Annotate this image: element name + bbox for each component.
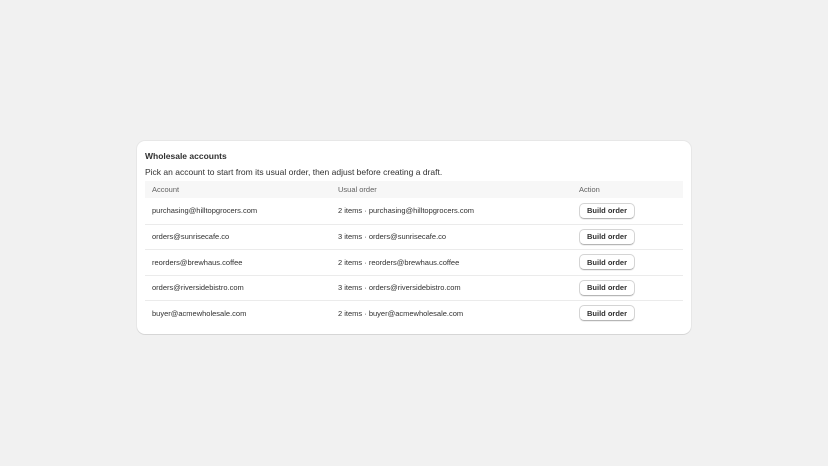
card-description: Pick an account to start from its usual …	[145, 167, 443, 177]
build-order-button[interactable]: Build order	[579, 305, 636, 322]
usual-order-summary: 3 items · orders@riversidebistro.com	[338, 283, 461, 293]
usual-order-summary: 2 items · reorders@brewhaus.coffee	[338, 257, 460, 267]
action-cell: Build order	[579, 202, 683, 219]
column-header-action: Action	[579, 185, 600, 194]
account-email: purchasing@hilltopgrocers.com	[152, 206, 258, 216]
table-row: orders@sunrisecafe.co 3 items · orders@s…	[145, 223, 683, 250]
build-order-button[interactable]: Build order	[579, 279, 636, 296]
action-cell: Build order	[579, 254, 683, 271]
action-cell: Build order	[579, 305, 683, 322]
table-row: reorders@brewhaus.coffee 2 items · reord…	[145, 249, 683, 275]
column-header-account: Account	[152, 185, 180, 194]
account-email: orders@riversidebistro.com	[152, 283, 244, 293]
table-body: purchasing@hilltopgrocers.com 2 items · …	[145, 198, 683, 326]
build-order-button[interactable]: Build order	[579, 228, 636, 245]
usual-order-summary: 2 items · purchasing@hilltopgrocers.com	[338, 206, 474, 216]
usual-order-summary: 2 items · buyer@acmewholesale.com	[338, 308, 464, 318]
table-row: buyer@acmewholesale.com 2 items · buyer@…	[145, 300, 683, 326]
account-email: buyer@acmewholesale.com	[152, 308, 247, 318]
table-row: orders@riversidebistro.com 3 items · ord…	[145, 274, 683, 301]
accounts-table: Account Usual order Action purchasing@hi…	[145, 181, 683, 326]
account-email: orders@sunrisecafe.co	[152, 232, 230, 242]
build-order-button[interactable]: Build order	[579, 202, 636, 219]
build-order-button[interactable]: Build order	[579, 254, 636, 271]
card-title: Wholesale accounts	[145, 151, 227, 161]
table-row: purchasing@hilltopgrocers.com 2 items · …	[145, 198, 683, 224]
column-header-usual-order: Usual order	[338, 185, 377, 194]
table-header: Account Usual order Action	[145, 181, 683, 198]
usual-order-summary: 3 items · orders@sunrisecafe.co	[338, 232, 447, 242]
wholesale-accounts-card: Wholesale accounts Pick an account to st…	[137, 141, 691, 334]
action-cell: Build order	[579, 279, 683, 296]
action-cell: Build order	[579, 228, 683, 245]
account-email: reorders@brewhaus.coffee	[152, 257, 243, 267]
